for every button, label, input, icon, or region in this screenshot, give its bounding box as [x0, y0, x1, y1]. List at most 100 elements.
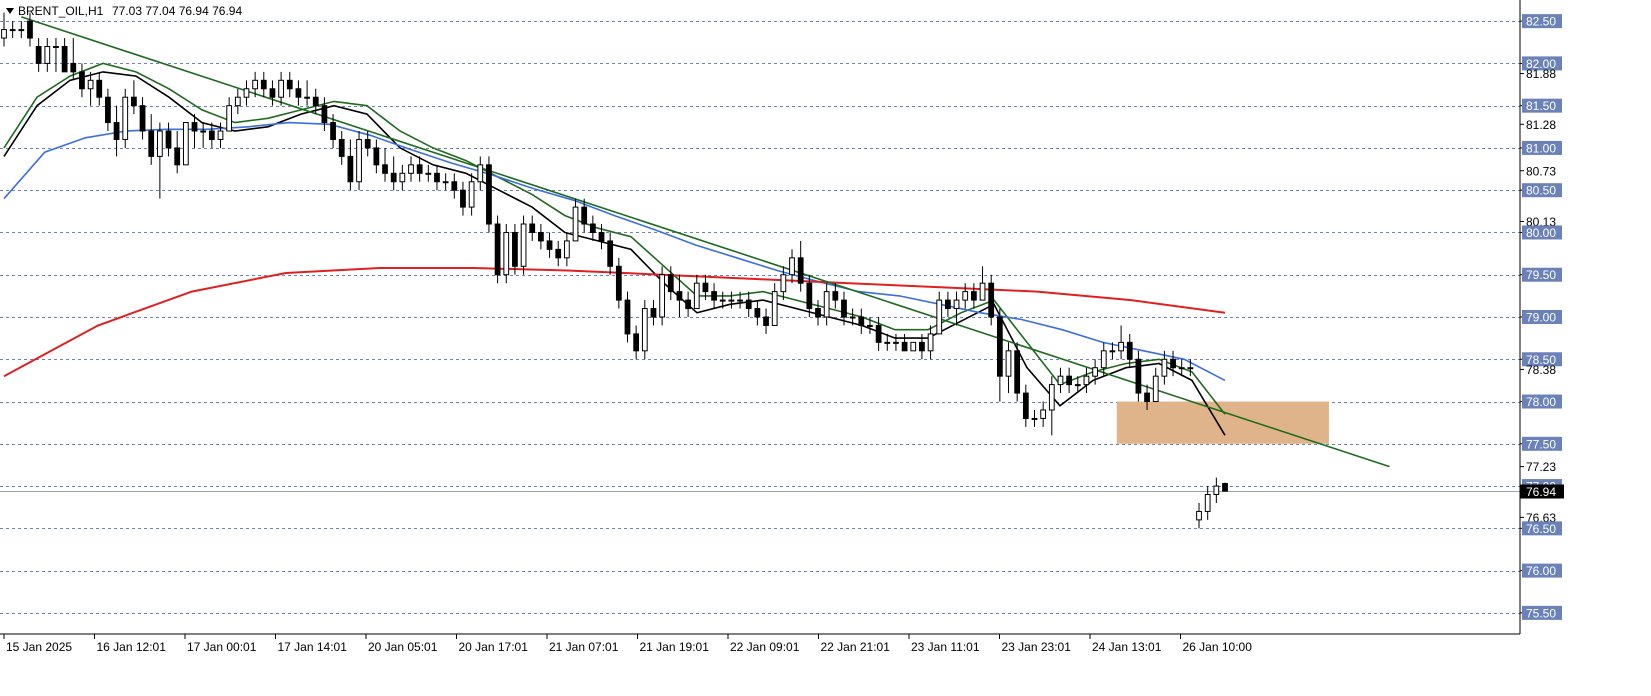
candle-18 — [156, 122, 163, 199]
candle-body — [226, 105, 233, 132]
price-label-text: 79.00 — [1526, 311, 1556, 325]
candle-138 — [1196, 502, 1202, 529]
price-label-19: 76.50 — [1520, 521, 1562, 536]
candle-body — [624, 299, 631, 335]
time-label-10: 23 Jan 11:01 — [908, 634, 980, 654]
price-label-6: 80.73 — [1520, 164, 1556, 178]
time-label-text: 23 Jan 11:01 — [911, 640, 980, 654]
candle-body — [953, 299, 960, 310]
candle-body — [174, 147, 181, 166]
candle-119 — [1031, 409, 1038, 427]
candle-body — [468, 181, 475, 208]
ohlc-label: 77.03 77.04 76.94 76.94 — [112, 4, 242, 18]
candle-body — [815, 308, 821, 318]
candle-body — [555, 248, 562, 259]
chart-canvas[interactable]: 82.5082.0081.8881.5081.2881.0080.7380.50… — [0, 0, 1651, 691]
candle-105 — [910, 341, 917, 352]
candle-body — [1178, 367, 1185, 370]
candle-body — [234, 96, 241, 107]
candle-body — [832, 291, 839, 301]
candle-body — [789, 257, 795, 276]
candle-body — [434, 172, 440, 183]
candle-33 — [286, 71, 293, 98]
candle-body — [1031, 417, 1038, 420]
candle-64 — [555, 240, 562, 267]
price-label-text: 78.00 — [1526, 395, 1556, 409]
candle-58 — [503, 224, 510, 284]
candle-43 — [373, 139, 380, 174]
candle-body — [312, 96, 319, 107]
candle-32 — [278, 71, 284, 106]
candle-26 — [226, 97, 233, 132]
time-label-text: 20 Jan 17:01 — [459, 640, 529, 654]
candle-body — [780, 274, 787, 293]
candle-65 — [563, 232, 570, 267]
candle-69 — [598, 224, 605, 250]
candle-body — [1135, 358, 1142, 394]
candle-127 — [1100, 342, 1107, 377]
candle-body — [286, 79, 293, 90]
candle-body — [139, 105, 146, 132]
candle-24 — [208, 122, 215, 148]
candle-body — [208, 130, 215, 140]
candle-body — [416, 164, 423, 174]
candle-20 — [174, 131, 181, 174]
time-label-text: 15 Jan 2025 — [6, 640, 72, 654]
candle-body — [512, 231, 518, 267]
time-label-text: 17 Jan 00:01 — [187, 640, 257, 654]
time-label-text: 20 Jan 05:01 — [368, 640, 438, 654]
time-label-7: 21 Jan 19:01 — [637, 634, 710, 654]
candle-11 — [96, 71, 103, 106]
price-label-text: 76.50 — [1526, 522, 1556, 536]
candle-133 — [1152, 367, 1159, 403]
candle-body — [321, 105, 328, 124]
candle-body — [910, 341, 917, 352]
candle-7 — [61, 38, 68, 73]
candle-body — [1222, 483, 1228, 492]
candle-body — [1005, 350, 1012, 377]
candle-body — [806, 282, 813, 310]
candle-body — [1057, 375, 1064, 386]
candle-86 — [745, 291, 752, 317]
candle-40 — [347, 139, 354, 191]
time-label-5: 20 Jan 17:01 — [456, 634, 529, 654]
demand-zone-layer — [1116, 401, 1329, 444]
price-label-7: 80.50 — [1520, 183, 1562, 198]
candle-104 — [901, 333, 908, 352]
candle-49 — [425, 164, 432, 182]
candle-body — [44, 45, 51, 64]
price-label-text: 81.28 — [1526, 118, 1556, 132]
candle-63 — [546, 232, 553, 258]
candle-17 — [148, 114, 155, 165]
candle-body — [1092, 367, 1098, 377]
time-label-text: 21 Jan 19:01 — [640, 640, 710, 654]
time-label-text: 23 Jan 23:01 — [1002, 640, 1072, 654]
candle-55 — [477, 156, 484, 191]
symbol-label: BRENT_OIL,H1 — [18, 4, 104, 18]
candle-75 — [650, 300, 657, 326]
time-label-text: 16 Jan 12:01 — [97, 640, 167, 654]
candle-body — [572, 206, 579, 242]
candle-123 — [1066, 367, 1073, 394]
candle-61 — [529, 215, 536, 241]
candle-113 — [979, 266, 986, 301]
candle-66 — [572, 198, 579, 242]
candle-41 — [356, 131, 362, 191]
price-chart[interactable]: 82.50 82.00 81.88 81.50 81.28 81.00 80.73 80.50… — [0, 0, 1651, 691]
dropdown-triangle-icon[interactable] — [6, 8, 14, 14]
candle-45 — [390, 156, 397, 191]
candle-1 — [9, 21, 16, 39]
time-label-11: 23 Jan 23:01 — [999, 634, 1072, 654]
trendline — [21, 16, 1390, 468]
candle-44 — [382, 147, 388, 182]
candle-131 — [1135, 350, 1142, 402]
demand-zone — [1116, 401, 1329, 444]
candle-118 — [1022, 384, 1029, 427]
candle-body — [884, 341, 891, 344]
candle-body — [962, 291, 969, 301]
time-label-text: 22 Jan 09:01 — [730, 640, 800, 654]
price-label-3: 81.50 — [1520, 98, 1562, 113]
candle-body — [260, 79, 267, 90]
candle-body — [304, 96, 310, 99]
candle-body — [373, 147, 380, 166]
